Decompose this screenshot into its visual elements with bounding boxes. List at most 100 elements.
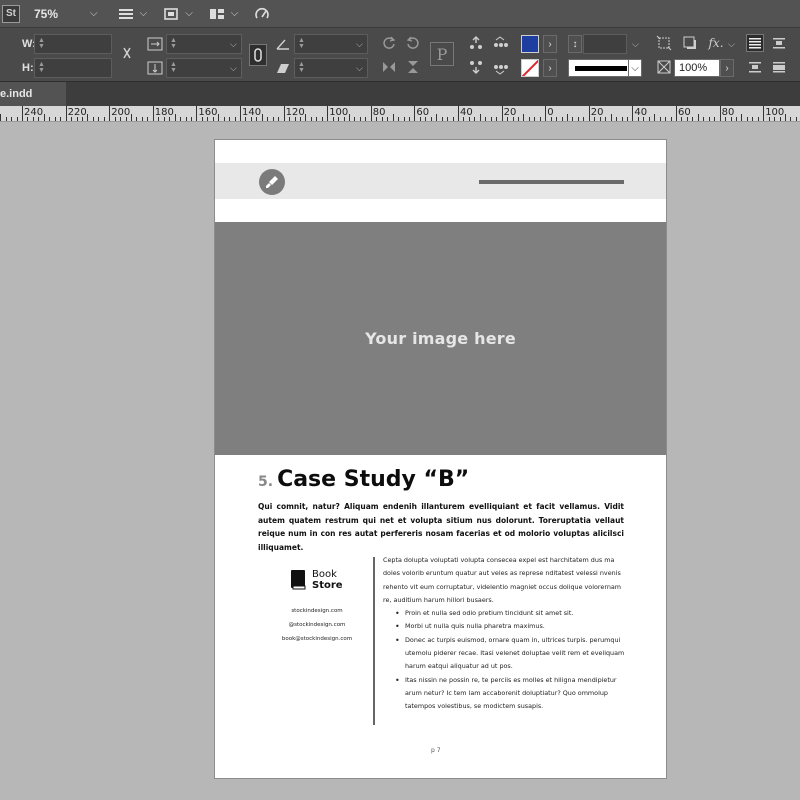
ruler-minor-tick (610, 114, 612, 121)
drop-shadow-icon[interactable] (681, 34, 699, 52)
screen-mode-icon[interactable] (163, 7, 179, 21)
opacity-menu-button[interactable]: › (720, 59, 734, 77)
constrain-proportions-icon[interactable] (118, 44, 136, 62)
ruler-label: 20 (590, 107, 604, 118)
ruler-minor-tick (169, 117, 171, 121)
rotate-cw-icon[interactable] (380, 34, 398, 52)
scale-x-icon (146, 35, 164, 53)
page-title[interactable]: 5. Case Study “B” (258, 467, 469, 492)
gpu-performance-icon[interactable] (254, 7, 270, 21)
chain-link-icon[interactable] (249, 44, 267, 66)
ruler-minor-tick (714, 117, 716, 121)
ruler-minor-tick (697, 114, 699, 121)
ruler-minor-tick (343, 117, 345, 121)
ruler-minor-tick (125, 117, 127, 121)
select-container-icon[interactable] (467, 34, 485, 52)
ruler-minor-tick (512, 117, 514, 121)
select-previous-icon[interactable] (491, 34, 509, 52)
select-content-icon[interactable] (467, 58, 485, 76)
ruler-minor-tick (757, 117, 759, 121)
document-page[interactable]: Your image here 5. Case Study “B” Qui com… (214, 139, 667, 779)
contact-handle: @stockindesign.com (288, 622, 346, 628)
ruler-minor-tick (790, 117, 792, 121)
shear-dropdown-icon[interactable]: ⌵ (356, 63, 363, 74)
height-field[interactable]: ▲ ▼ (34, 58, 112, 78)
text-wrap-jump-icon[interactable] (770, 58, 788, 76)
fill-menu-button[interactable]: › (543, 35, 557, 53)
rotate-ccw-icon[interactable] (404, 34, 422, 52)
ruler-minor-tick (599, 117, 601, 121)
ruler-minor-tick (479, 114, 481, 121)
rotation-dropdown-icon[interactable]: ⌵ (356, 39, 363, 50)
page-number: p 7 (431, 747, 441, 754)
brand-block[interactable]: Book Store (290, 569, 343, 591)
ruler-minor-tick (223, 117, 225, 121)
image-placeholder-label: Your image here (365, 329, 516, 348)
horizontal-ruler[interactable]: 240 220 200 180 160 140 120 100 80 60 40 20 0 20 40 60 8… (0, 106, 800, 122)
zoom-dropdown-icon[interactable]: ⌵ (90, 8, 98, 19)
stroke-weight-stepper[interactable]: ↕ (568, 35, 582, 53)
body-text-frame[interactable]: Cepta dolupta voluptati volupta consecea… (383, 554, 628, 714)
contact-list[interactable]: stockindesign.com @stockindesign.com boo… (273, 604, 361, 646)
width-field[interactable]: ▲ ▼ (34, 34, 112, 54)
text-align-left-icon[interactable] (746, 34, 764, 52)
stroke-swatch[interactable] (521, 59, 539, 77)
ruler-major-tick (65, 106, 67, 121)
ruler-minor-tick (92, 117, 94, 121)
fill-swatch[interactable] (521, 35, 539, 53)
effects-dropdown-icon[interactable]: ⌵ (728, 39, 735, 50)
screen-mode-dropdown-icon[interactable]: ⌵ (185, 8, 193, 19)
ruler-minor-tick (490, 117, 492, 121)
stroke-weight-dropdown-icon[interactable]: ⌵ (632, 39, 639, 50)
ruler-minor-tick (0, 114, 2, 121)
column-divider (373, 557, 375, 725)
ruler-minor-tick (703, 117, 705, 121)
ruler-minor-tick (60, 117, 62, 121)
ruler-major-tick (370, 106, 372, 121)
flip-horizontal-icon[interactable] (380, 58, 398, 76)
ruler-minor-tick (752, 117, 754, 121)
ruler-minor-tick (261, 114, 263, 121)
ruler-minor-tick (517, 117, 519, 121)
effects-button[interactable]: fx. (707, 34, 725, 52)
ruler-minor-tick (452, 117, 454, 121)
reference-point-icon[interactable]: P (430, 42, 454, 66)
text-wrap-icon[interactable] (746, 58, 764, 76)
ruler-minor-tick (534, 117, 536, 121)
flip-vertical-icon[interactable] (404, 58, 422, 76)
section-number: 5. (258, 474, 274, 490)
ruler-minor-tick (180, 117, 182, 121)
scale-x-dropdown-icon[interactable]: ⌵ (230, 39, 237, 50)
document-tab[interactable]: e.indd (0, 82, 66, 106)
stroke-menu-button[interactable]: › (543, 59, 557, 77)
scale-y-dropdown-icon[interactable]: ⌵ (230, 63, 237, 74)
stroke-weight-field[interactable] (583, 34, 627, 54)
stroke-type-dropdown[interactable]: ⌵ (628, 59, 642, 77)
view-options-icon[interactable] (118, 7, 134, 21)
arrange-dropdown-icon[interactable]: ⌵ (231, 8, 239, 19)
ruler-label: 80 (721, 107, 735, 118)
arrange-documents-icon[interactable] (209, 7, 225, 21)
intro-paragraph[interactable]: Qui comnit, natur? Aliquam endenih illan… (258, 500, 624, 554)
ruler-minor-tick (496, 117, 498, 121)
ruler-minor-tick (76, 117, 78, 121)
image-placeholder-frame[interactable]: Your image here (215, 222, 666, 455)
ruler-minor-tick (163, 117, 165, 121)
ruler-minor-tick (741, 114, 743, 121)
ruler-major-tick (458, 106, 459, 121)
ruler-minor-tick (523, 114, 525, 121)
bullet-item: Itas nissin ne possin re, te perciis es … (395, 674, 628, 714)
view-options-dropdown-icon[interactable]: ⌵ (140, 8, 148, 19)
ruler-minor-tick (185, 117, 187, 121)
ruler-minor-tick (528, 117, 530, 121)
frame-fitting-icon[interactable] (655, 34, 673, 52)
brand-line-1: Book (312, 569, 337, 580)
contact-website: stockindesign.com (291, 608, 343, 614)
ruler-minor-tick (359, 117, 361, 121)
text-align-center-icon[interactable] (770, 34, 788, 52)
select-next-icon[interactable] (491, 58, 509, 76)
zoom-level[interactable]: 75% (34, 7, 84, 21)
opacity-field[interactable]: 100% (674, 59, 720, 77)
ruler-major-tick (109, 106, 111, 121)
ruler-minor-tick (463, 117, 465, 121)
